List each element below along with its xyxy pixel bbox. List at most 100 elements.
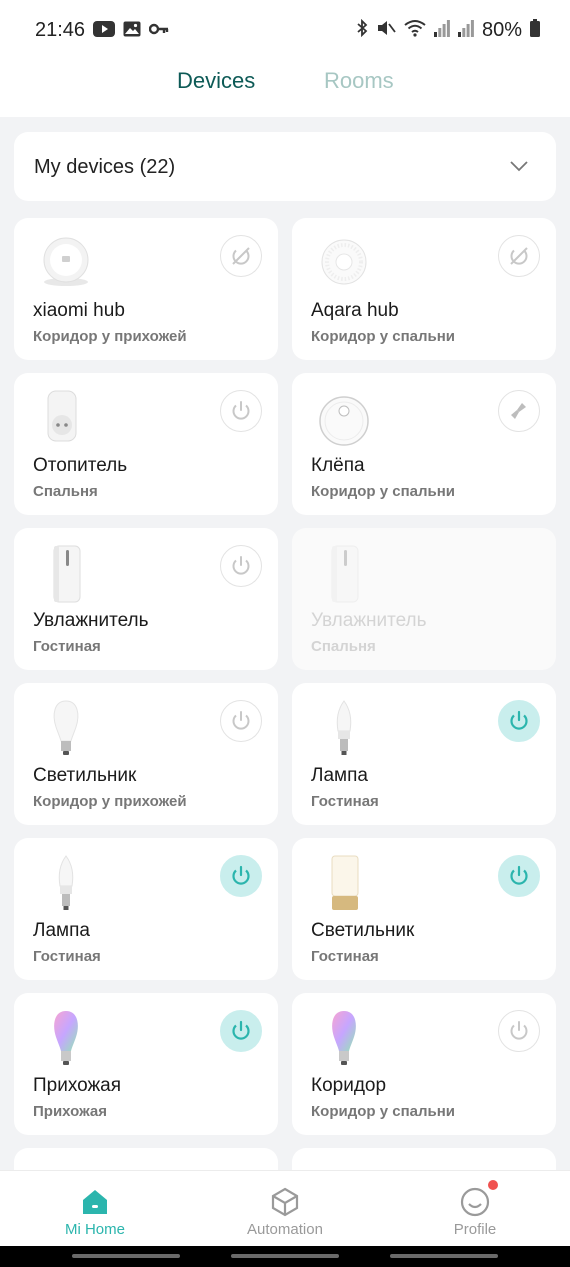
device-card[interactable]: Увлажнитель Спальня [292,528,556,670]
device-action-button[interactable] [220,390,262,432]
device-room: Гостиная [33,948,101,965]
device-group-selector[interactable]: My devices (22) [14,132,556,201]
device-name: Светильник [33,765,137,786]
youtube-icon [93,21,115,42]
bluetooth-icon [356,18,368,42]
nav-automation[interactable]: Automation [190,1171,380,1247]
device-thumbnail [38,387,94,449]
status-bar: 21:46 80% [0,0,570,60]
device-action-button[interactable] [220,855,262,897]
device-action-button[interactable] [498,1010,540,1052]
power-icon [230,555,252,577]
device-thumbnail [316,542,372,604]
device-card[interactable]: Прихожая Прихожая [14,993,278,1135]
device-card[interactable]: Лампа Гостиная [14,838,278,980]
power-icon [508,710,530,732]
notification-badge [488,1180,498,1190]
device-thumbnail [316,1007,372,1069]
nav-profile-label: Profile [453,1221,497,1238]
battery-icon [530,19,540,42]
broom-icon [508,400,530,422]
device-thumbnail [316,697,372,759]
device-card[interactable]: Светильник Коридор у прихожей [14,683,278,825]
power-icon [230,710,252,732]
device-card[interactable]: Светильник Гостиная [292,838,556,980]
device-card[interactable]: Увлажнитель Гостиная [14,528,278,670]
device-name: Увлажнитель [311,610,427,631]
nav-profile[interactable]: Profile [380,1171,570,1247]
back-button[interactable] [390,1254,498,1258]
device-room: Спальня [33,483,98,500]
device-thumbnail [316,852,372,914]
device-name: Прихожая [33,1075,122,1096]
device-name: Лампа [33,920,90,941]
device-card[interactable]: Коридор Коридор у спальни [292,993,556,1135]
tab-rooms[interactable]: Rooms [324,68,394,94]
device-thumbnail [38,232,94,294]
device-room: Прихожая [33,1103,108,1120]
nav-mi-home[interactable]: Mi Home [0,1171,190,1247]
header: 21:46 80% Devices Rooms [0,0,570,117]
device-action-button[interactable] [220,235,262,277]
recent-apps-button[interactable] [72,1254,180,1258]
device-name: Коридор [311,1075,387,1096]
power-off-icon [508,245,530,267]
battery-level: 80% [481,19,522,41]
device-name: Лампа [311,765,368,786]
gallery-icon [123,21,141,42]
status-time: 21:46 [35,19,86,41]
device-card[interactable]: Отопитель Спальня [14,373,278,515]
system-nav-bar [0,1246,570,1267]
device-name: Светильник [311,920,415,941]
device-name: xiaomi hub [33,300,125,321]
device-card[interactable]: Aqara hub Коридор у спальни [292,218,556,360]
device-room: Гостиная [33,638,101,655]
device-thumbnail [38,1007,94,1069]
device-action-button[interactable] [220,700,262,742]
mute-icon [376,19,396,42]
home-button[interactable] [231,1254,339,1258]
home-icon [79,1186,111,1218]
device-action-button[interactable] [498,235,540,277]
nav-mi-home-label: Mi Home [64,1221,125,1238]
power-icon [508,1020,530,1042]
power-icon [230,400,252,422]
device-room: Коридор у спальни [311,328,456,345]
device-room: Гостиная [311,948,379,965]
tab-devices[interactable]: Devices [177,68,255,94]
device-room: Гостиная [311,793,379,810]
nav-automation-label: Automation [247,1221,323,1238]
device-action-button[interactable] [220,1010,262,1052]
device-room: Коридор у спальни [311,1103,456,1120]
power-icon [230,865,252,887]
chevron-down-icon [510,159,528,177]
key-icon [148,22,169,41]
device-room: Коридор у прихожей [33,793,187,810]
device-action-button[interactable] [498,700,540,742]
device-room: Спальня [311,638,376,655]
signal-icon [457,19,474,42]
signal-icon [433,19,450,42]
view-tabs: Devices Rooms [0,68,570,102]
device-thumbnail [316,387,372,449]
device-room: Коридор у прихожей [33,328,187,345]
automation-icon [269,1186,301,1218]
device-action-button[interactable] [220,545,262,587]
device-room: Коридор у спальни [311,483,456,500]
device-action-button[interactable] [498,390,540,432]
device-card[interactable]: Лампа Гостиная [292,683,556,825]
device-name: Aqara hub [311,300,399,321]
power-icon [508,865,530,887]
device-action-button[interactable] [498,855,540,897]
device-name: Отопитель [33,455,128,476]
device-card[interactable]: Клёпа Коридор у спальни [292,373,556,515]
device-thumbnail [38,542,94,604]
device-thumbnail [38,852,94,914]
profile-icon [459,1186,491,1218]
device-card[interactable]: xiaomi hub Коридор у прихожей [14,218,278,360]
device-group-label: My devices (22) [34,156,176,178]
power-icon [230,1020,252,1042]
bottom-nav: Mi Home Automation Profile [0,1170,570,1246]
device-name: Клёпа [311,455,365,476]
power-off-icon [230,245,252,267]
